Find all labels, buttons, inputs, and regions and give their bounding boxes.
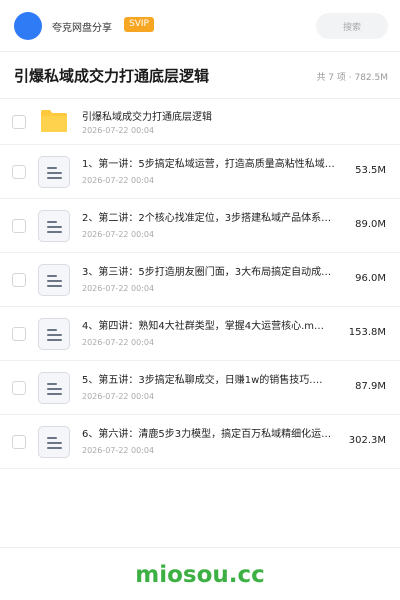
row-checkbox[interactable] (12, 380, 26, 395)
file-size: 87.9M (355, 381, 386, 392)
file-row[interactable]: 3、第三讲：5步打造朋友圈门面，3大布局搞定自动成… 2026-07-22 00… (0, 253, 400, 307)
file-date: 2026-07-22 00:04 (82, 446, 155, 455)
avatar[interactable] (14, 12, 42, 40)
file-size: 302.3M (348, 435, 386, 446)
row-checkbox[interactable] (12, 218, 26, 233)
folder-icon-shape (41, 109, 67, 132)
file-name: 5、第五讲：3步搞定私聊成交，日赚1w的销售技巧.… (82, 375, 323, 386)
file-row[interactable]: 4、第四讲：熟知4大社群类型，掌握4大运营核心.m… 2026-07-22 00… (0, 307, 400, 361)
row-checkbox[interactable] (12, 164, 26, 179)
search-input[interactable]: 搜索 (316, 13, 388, 39)
username: 夸克网盘分享 (52, 23, 112, 34)
file-name: 1、第一讲：5步搞定私域运营，打造高质量高粘性私域… (82, 159, 335, 170)
folder-icon (38, 106, 70, 138)
document-icon (38, 155, 70, 188)
page-title: 引爆私域成交力打通底层逻辑 (14, 67, 210, 85)
row-checkbox[interactable] (12, 434, 26, 449)
file-size: 89.0M (355, 219, 386, 230)
top-bar: 夸克网盘分享 SVIP 搜索 (0, 0, 400, 52)
footer-divider (0, 547, 400, 548)
file-name: 6、第六讲：清鹿5步3力模型，搞定百万私域精细化运… (82, 429, 332, 440)
file-name: 3、第三讲：5步打造朋友圈门面，3大布局搞定自动成… (82, 267, 332, 278)
file-date: 2026-07-22 00:04 (82, 392, 155, 401)
file-size: 96.0M (355, 273, 386, 284)
file-list: 引爆私域成交力打通底层逻辑 2026-07-22 00:04 1、第一讲：5步搞… (0, 99, 400, 469)
folder-header: 引爆私域成交力打通底层逻辑 共 7 项 · 782.5M (0, 52, 400, 99)
document-icon (38, 209, 70, 242)
document-icon (38, 263, 70, 296)
file-row[interactable]: 1、第一讲：5步搞定私域运营，打造高质量高粘性私域… 2026-07-22 00… (0, 145, 400, 199)
file-row[interactable]: 5、第五讲：3步搞定私聊成交，日赚1w的销售技巧.… 2026-07-22 00… (0, 361, 400, 415)
file-row[interactable]: 引爆私域成交力打通底层逻辑 2026-07-22 00:04 (0, 99, 400, 145)
file-date: 2026-07-22 00:04 (82, 176, 155, 185)
document-icon (38, 425, 70, 458)
file-size: 153.8M (348, 327, 386, 338)
search-placeholder: 搜索 (342, 23, 361, 33)
file-name: 2、第二讲：2个核心找准定位，3步搭建私域产品体系… (82, 213, 332, 224)
file-row[interactable]: 6、第六讲：清鹿5步3力模型，搞定百万私域精细化运… 2026-07-22 00… (0, 415, 400, 469)
file-size: 53.5M (355, 165, 386, 176)
file-date: 2026-07-22 00:04 (82, 230, 155, 239)
file-date: 2026-07-22 00:04 (82, 126, 155, 135)
document-icon (38, 317, 70, 350)
file-date: 2026-07-22 00:04 (82, 338, 155, 347)
document-icon (38, 371, 70, 404)
item-summary: 共 7 项 · 782.5M (316, 73, 388, 83)
watermark: miosou.cc (135, 562, 265, 588)
row-checkbox[interactable] (12, 326, 26, 341)
file-name: 4、第四讲：熟知4大社群类型，掌握4大运营核心.m… (82, 321, 325, 332)
row-checkbox[interactable] (12, 272, 26, 287)
file-name: 引爆私域成交力打通底层逻辑 (82, 112, 212, 123)
file-date: 2026-07-22 00:04 (82, 284, 155, 293)
file-row[interactable]: 2、第二讲：2个核心找准定位，3步搭建私域产品体系… 2026-07-22 00… (0, 199, 400, 253)
svip-badge: SVIP (124, 17, 154, 32)
row-checkbox[interactable] (12, 114, 26, 129)
